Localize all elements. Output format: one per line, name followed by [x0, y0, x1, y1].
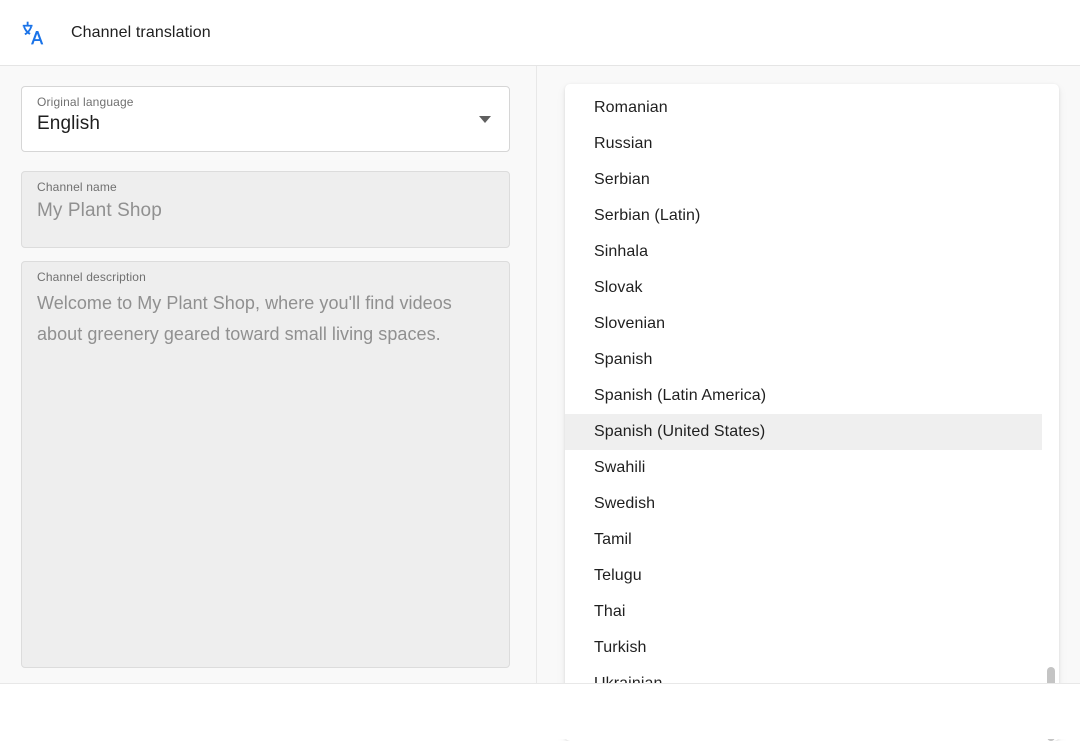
- channel-name-value: My Plant Shop: [37, 200, 162, 221]
- list-item[interactable]: Spanish (Latin America): [565, 378, 1059, 414]
- list-item[interactable]: Slovenian: [565, 306, 1059, 342]
- dialog-footer: [0, 683, 1080, 739]
- list-item[interactable]: Tamil: [565, 522, 1059, 558]
- channel-name-field: Channel name My Plant Shop: [21, 171, 510, 248]
- list-item[interactable]: Romanian: [565, 90, 1059, 126]
- language-list: Romanian Russian Serbian Serbian (Latin) Sin…: [565, 84, 1059, 741]
- translation-language-pane: Romanian Russian Serbian Serbian (Latin) Sin…: [538, 66, 1080, 741]
- list-item[interactable]: Swahili: [565, 450, 1059, 486]
- dialog-header: Channel translation: [0, 0, 1080, 66]
- list-item[interactable]: Sinhala: [565, 234, 1059, 270]
- channel-description-label: Channel description: [37, 270, 146, 284]
- list-item[interactable]: Serbian (Latin): [565, 198, 1059, 234]
- language-listbox[interactable]: Romanian Russian Serbian Serbian (Latin) Sin…: [565, 84, 1059, 741]
- translate-icon: [18, 18, 48, 48]
- list-item[interactable]: Telugu: [565, 558, 1059, 594]
- list-item[interactable]: Slovak: [565, 270, 1059, 306]
- channel-description-field: Channel description Welcome to My Plant …: [21, 261, 510, 668]
- original-language-value: English: [37, 113, 101, 134]
- original-language-select[interactable]: Original language English: [21, 86, 510, 152]
- page-title: Channel translation: [71, 23, 211, 41]
- original-content-pane: Original language English Channel name M…: [0, 66, 537, 683]
- list-item[interactable]: Thai: [565, 594, 1059, 630]
- channel-description-value: Welcome to My Plant Shop, where you'll f…: [37, 293, 452, 344]
- dialog-body: Original language English Channel name M…: [0, 66, 1080, 741]
- list-item[interactable]: Serbian: [565, 162, 1059, 198]
- original-language-label: Original language: [37, 95, 134, 109]
- channel-translation-dialog: Channel translation Original language En…: [0, 0, 1080, 741]
- list-item[interactable]: Spanish: [565, 342, 1059, 378]
- list-item[interactable]: Russian: [565, 126, 1059, 162]
- list-item[interactable]: Turkish: [565, 630, 1059, 666]
- channel-name-label: Channel name: [37, 180, 117, 194]
- chevron-down-icon[interactable]: [479, 116, 491, 123]
- list-item[interactable]: Spanish (United States): [565, 414, 1042, 450]
- list-item[interactable]: Swedish: [565, 486, 1059, 522]
- language-list-scrollbar[interactable]: [1045, 84, 1057, 741]
